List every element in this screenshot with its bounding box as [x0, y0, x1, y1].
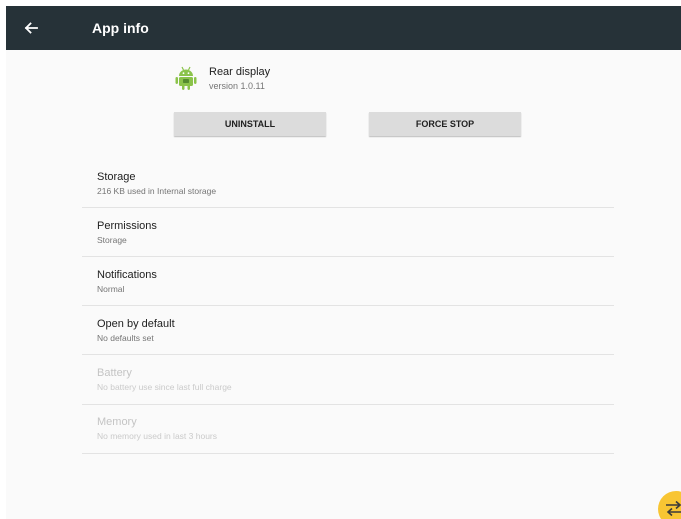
battery-item: Battery No battery use since last full c… [82, 367, 614, 401]
permissions-subtitle: Storage [97, 235, 127, 245]
memory-title: Memory [97, 416, 137, 428]
open-by-default-title: Open by default [97, 318, 175, 330]
storage-subtitle: 216 KB used in Internal storage [97, 186, 217, 196]
app-name: Rear display [209, 66, 271, 78]
battery-title: Battery [97, 367, 132, 379]
memory-subtitle: No memory used in last 3 hours [97, 431, 217, 441]
app-info-screen: App info Rear display version 1.0.11 UNI… [6, 6, 681, 519]
memory-item: Memory No memory used in last 3 hours [82, 416, 614, 450]
divider [82, 453, 614, 454]
app-bar: App info [6, 6, 681, 50]
divider [82, 207, 614, 208]
swap-floating-button[interactable] [658, 491, 681, 519]
open-by-default-subtitle: No defaults set [97, 333, 154, 343]
android-robot-icon [174, 65, 198, 91]
uninstall-button[interactable]: UNINSTALL [174, 112, 326, 136]
force-stop-button[interactable]: FORCE STOP [369, 112, 521, 136]
storage-title: Storage [97, 171, 136, 183]
divider [82, 354, 614, 355]
notifications-subtitle: Normal [97, 284, 125, 294]
battery-subtitle: No battery use since last full charge [97, 382, 232, 392]
divider [82, 256, 614, 257]
permissions-item[interactable]: Permissions Storage [82, 220, 614, 254]
page-title: App info [92, 20, 149, 36]
app-version: version 1.0.11 [209, 81, 265, 91]
open-by-default-item[interactable]: Open by default No defaults set [82, 318, 614, 352]
swap-arrows-icon [666, 500, 681, 517]
permissions-title: Permissions [97, 220, 157, 232]
arrow-back-icon[interactable] [20, 17, 42, 39]
divider [82, 404, 614, 405]
notifications-item[interactable]: Notifications Normal [82, 269, 614, 303]
divider [82, 305, 614, 306]
notifications-title: Notifications [97, 269, 157, 281]
storage-item[interactable]: Storage 216 KB used in Internal storage [82, 171, 614, 205]
